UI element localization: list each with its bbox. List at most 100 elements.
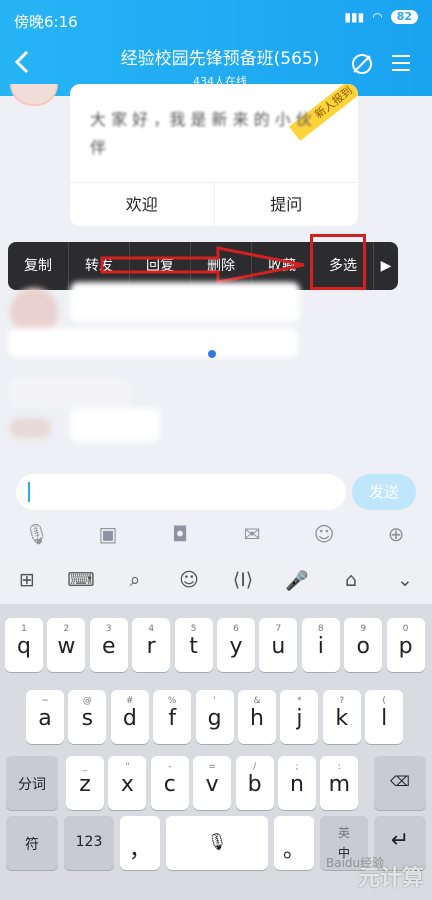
key-s[interactable]: @ s xyxy=(68,690,107,744)
period-key[interactable]: 。 xyxy=(274,816,314,870)
key-i[interactable]: 8i xyxy=(301,618,340,672)
microphone-icon[interactable]: 🎙 xyxy=(24,522,49,546)
key-sub-label: ~ xyxy=(41,696,49,706)
key-c[interactable]: -c xyxy=(150,756,189,810)
key-label: h xyxy=(250,706,264,731)
keyboard-toolbar: ⊞ ⌨ ⌕ ☺ ⟨I⟩ 🎤 ⌂ ⌄ xyxy=(0,556,432,604)
backspace-key[interactable]: ⌫ xyxy=(374,756,426,810)
unread-dot xyxy=(208,350,216,358)
camera-icon[interactable]: ◘ xyxy=(168,522,192,546)
image-icon[interactable]: ▣ xyxy=(96,522,120,546)
key-label: t xyxy=(189,634,198,659)
key-sub-label: # xyxy=(126,696,134,706)
key-q[interactable]: 1q xyxy=(5,618,43,672)
key-sub-label: ? xyxy=(339,696,345,706)
key-r[interactable]: 4r xyxy=(132,618,171,672)
key-label: a xyxy=(38,706,52,731)
grid-icon[interactable]: ⊞ xyxy=(12,569,42,591)
key-sub-label: 7 xyxy=(275,624,282,634)
key-b[interactable]: / b xyxy=(235,756,274,810)
watermark-site: 元计算 xyxy=(357,866,424,891)
key-f[interactable]: % f xyxy=(153,690,192,744)
key-n[interactable]: ; n xyxy=(278,756,316,810)
enter-icon: ↵ xyxy=(390,828,410,853)
key-z[interactable]: _ z xyxy=(66,756,104,810)
wifi-icon: ◠ xyxy=(372,10,383,24)
key-row-3: 分词 ⌫ _ z " x - c = v / b; n: m xyxy=(0,756,432,810)
key-label: o xyxy=(356,634,370,659)
key-m[interactable]: :m xyxy=(320,756,359,810)
split-word-key[interactable]: 分词 xyxy=(6,756,58,810)
key-label: l xyxy=(381,706,388,731)
key-label: k xyxy=(335,706,349,731)
key-label: j xyxy=(296,706,303,731)
message-input[interactable] xyxy=(16,474,346,510)
key-sub-label: 0 xyxy=(402,624,409,634)
key-o[interactable]: 9o xyxy=(344,618,383,672)
key-label: z xyxy=(79,772,91,797)
key-label: d xyxy=(122,706,137,731)
key-sub-label: @ xyxy=(82,696,92,706)
key-w[interactable]: 2w xyxy=(47,618,86,672)
key-a[interactable]: ~ a xyxy=(26,690,64,744)
key-e[interactable]: 3e xyxy=(89,618,128,672)
keyboard-icon[interactable]: ⌨ xyxy=(66,569,96,591)
group-title: 经验校园先锋预备班(565) xyxy=(120,49,320,69)
key-sub-label: 1 xyxy=(21,624,27,634)
key-p[interactable]: 0p xyxy=(386,618,425,672)
number-key[interactable]: 123 xyxy=(64,816,114,870)
key-v[interactable]: = v xyxy=(193,756,232,810)
key-h[interactable]: & h xyxy=(238,690,276,744)
key-d[interactable]: # d xyxy=(110,690,149,744)
welcome-button[interactable]: 欢迎 xyxy=(70,183,214,226)
key-label: w xyxy=(57,634,76,659)
voice-icon[interactable]: 🎤 xyxy=(282,569,312,592)
key-g[interactable]: ' g xyxy=(195,690,234,744)
key-sub-label: - xyxy=(168,762,172,772)
emoji-icon[interactable]: ☺ xyxy=(174,569,204,591)
send-button[interactable]: 发送 xyxy=(352,474,416,510)
key-label: u xyxy=(271,634,286,659)
key-sub-label: * xyxy=(297,696,302,706)
key-label: c xyxy=(163,772,176,797)
cursor-icon[interactable]: ⟨I⟩ xyxy=(228,569,258,591)
key-label: p xyxy=(398,634,413,659)
key-u[interactable]: 7u xyxy=(259,618,298,672)
symbol-key[interactable]: 符 xyxy=(6,816,58,870)
ask-button[interactable]: 提问 xyxy=(213,183,359,226)
key-sub-label: = xyxy=(208,762,216,772)
text-caret xyxy=(28,482,30,502)
soft-keyboard: ⊞ ⌨ ⌕ ☺ ⟨I⟩ 🎤 ⌂ ⌄ 1q2w3e4r5t6y7u8i9o0p ~… xyxy=(0,556,432,900)
key-l[interactable]: (l xyxy=(365,690,404,744)
chevron-down-icon[interactable]: ⌄ xyxy=(390,569,420,591)
key-t[interactable]: 5t xyxy=(174,618,213,672)
key-x[interactable]: " x xyxy=(108,756,147,810)
key-sub-label: " xyxy=(125,762,130,772)
search-icon[interactable]: ⌕ xyxy=(120,569,150,591)
red-packet-icon[interactable]: ✉ xyxy=(240,522,264,546)
key-label: y xyxy=(229,634,243,659)
menu-more-arrow-icon[interactable]: ▶ xyxy=(374,258,398,274)
clipboard-icon[interactable]: ⌂ xyxy=(336,569,366,591)
key-label: x xyxy=(120,772,134,797)
backspace-icon: ⌫ xyxy=(390,774,410,790)
key-k[interactable]: ? k xyxy=(322,690,361,744)
key-row-1: 1q2w3e4r5t6y7u8i9o0p xyxy=(0,618,432,672)
space-key[interactable]: 🎙 xyxy=(166,816,268,870)
key-label: n xyxy=(290,772,304,797)
key-sub-label: : xyxy=(337,762,341,772)
comma-key[interactable]: ， xyxy=(120,816,160,870)
key-y[interactable]: 6y xyxy=(217,618,255,672)
key-row-2: ~ a @ s # d% f ' g & h * j? k(l xyxy=(0,690,432,744)
group-settings-icon[interactable] xyxy=(350,52,374,80)
menu-icon[interactable] xyxy=(390,52,412,78)
group-title-block[interactable]: 经验校园先锋预备班(565) 434人在线 xyxy=(90,44,350,89)
plus-icon[interactable]: ⊕ xyxy=(384,522,408,546)
key-sub-label: 9 xyxy=(360,624,367,634)
key-label: f xyxy=(168,706,177,731)
key-sub-label: 6 xyxy=(233,624,239,634)
back-button[interactable] xyxy=(14,50,30,79)
avatar[interactable] xyxy=(10,84,58,106)
key-j[interactable]: * j xyxy=(280,690,319,744)
emoji-icon[interactable]: ☺ xyxy=(312,522,336,546)
